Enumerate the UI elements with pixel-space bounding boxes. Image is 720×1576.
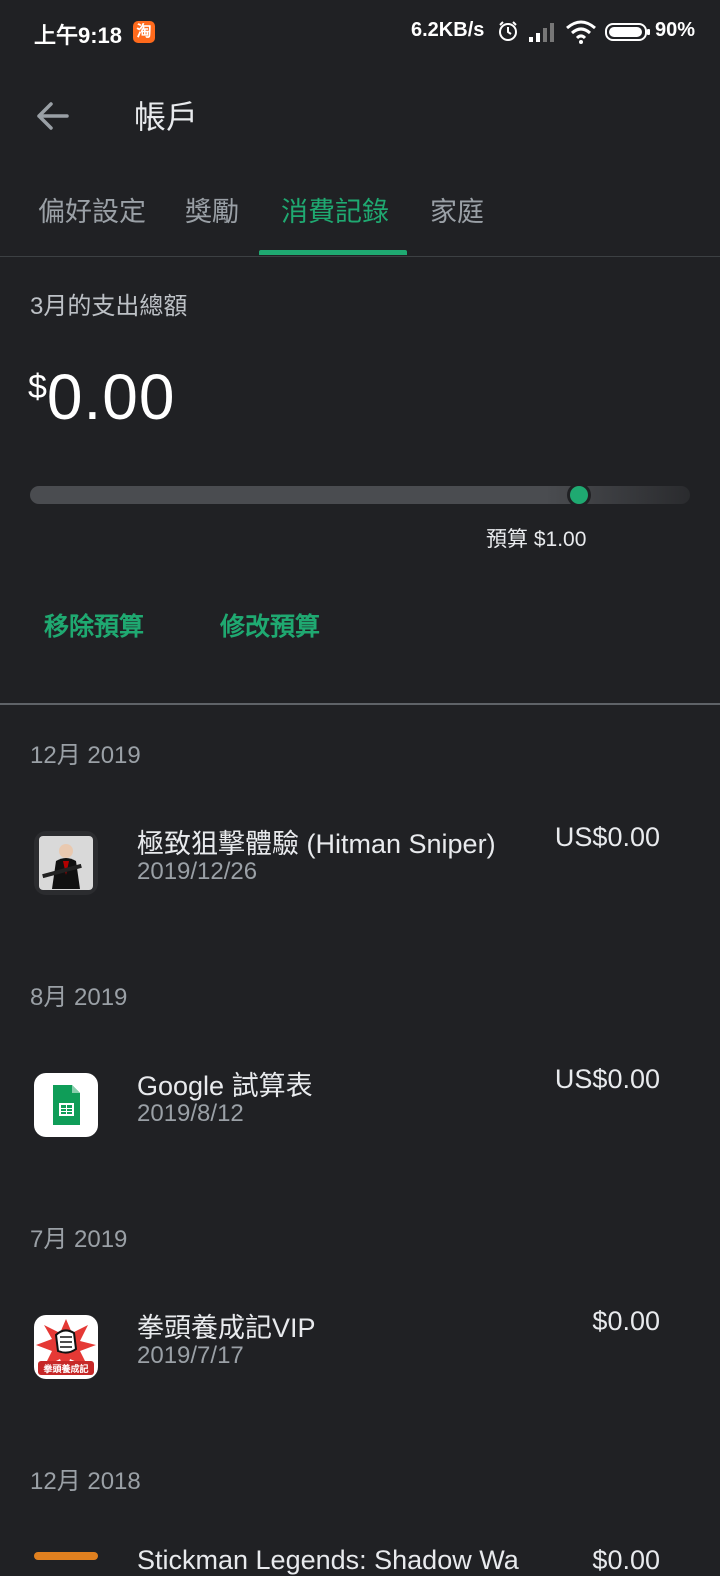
section-header: 7月 2019 <box>30 1226 128 1253</box>
hitman-sniper-app-icon <box>34 831 98 895</box>
wifi-icon <box>566 20 596 44</box>
item-date: 2019/8/12 <box>137 1100 244 1127</box>
item-price: US$0.00 <box>554 822 660 852</box>
fist-icon-text: 拳頭養成記 <box>42 1363 88 1375</box>
item-name[interactable]: 極致狙擊體驗 (Hitman Sniper) <box>137 822 496 861</box>
battery-percent: 90% <box>655 19 696 41</box>
status-time: 上午9:18 <box>34 23 123 48</box>
tab-family[interactable]: 家庭 <box>430 190 484 229</box>
divider <box>0 703 720 705</box>
item-name[interactable]: Stickman Legends: Shadow Wa <box>137 1545 519 1576</box>
battery-icon <box>605 23 650 41</box>
status-bar: 上午9:18 淘 6.2KB/s 90% <box>0 0 720 64</box>
stickman-app-icon <box>34 1552 98 1560</box>
arrow-left-icon <box>37 102 69 130</box>
item-price: $0.00 <box>592 1545 660 1575</box>
alarm-icon <box>499 21 517 41</box>
tab-purchase-history[interactable]: 消費記錄 <box>281 190 389 229</box>
taobao-icon: 淘 <box>133 21 155 43</box>
item-name[interactable]: 拳頭養成記VIP <box>137 1306 316 1345</box>
amount-value: 0.00 <box>46 361 176 433</box>
budget-label: 預算 $1.00 <box>486 528 587 551</box>
section-header: 8月 2019 <box>30 984 128 1011</box>
item-name[interactable]: Google 試算表 <box>137 1064 313 1103</box>
fist-app-icon: 拳頭養成記 <box>34 1315 98 1379</box>
item-price: US$0.00 <box>554 1064 660 1094</box>
page-title: 帳戶 <box>134 99 199 135</box>
budget-marker <box>570 486 588 504</box>
remove-budget-button[interactable]: 移除預算 <box>44 607 144 643</box>
spending-amount: $0.00 <box>28 360 175 434</box>
item-price: $0.00 <box>592 1306 660 1336</box>
item-date: 2019/7/17 <box>137 1342 244 1369</box>
signal-icon <box>529 23 554 42</box>
item-date: 2019/12/26 <box>137 858 258 885</box>
monthly-spending-label: 3月的支出總額 <box>30 293 188 320</box>
section-header: 12月 2018 <box>30 1468 141 1495</box>
google-sheets-app-icon <box>34 1073 98 1137</box>
edit-budget-button[interactable]: 修改預算 <box>220 607 320 643</box>
tab-bar: 偏好設定 獎勵 消費記錄 家庭 <box>0 170 720 257</box>
active-tab-indicator <box>259 250 407 255</box>
tab-rewards[interactable]: 獎勵 <box>185 190 239 229</box>
back-button[interactable] <box>22 86 82 146</box>
tab-preferences[interactable]: 偏好設定 <box>38 190 146 229</box>
network-speed: 6.2KB/s <box>411 19 485 41</box>
section-header: 12月 2019 <box>30 742 141 769</box>
currency-symbol: $ <box>28 368 47 406</box>
budget-progress-bar <box>30 486 690 504</box>
